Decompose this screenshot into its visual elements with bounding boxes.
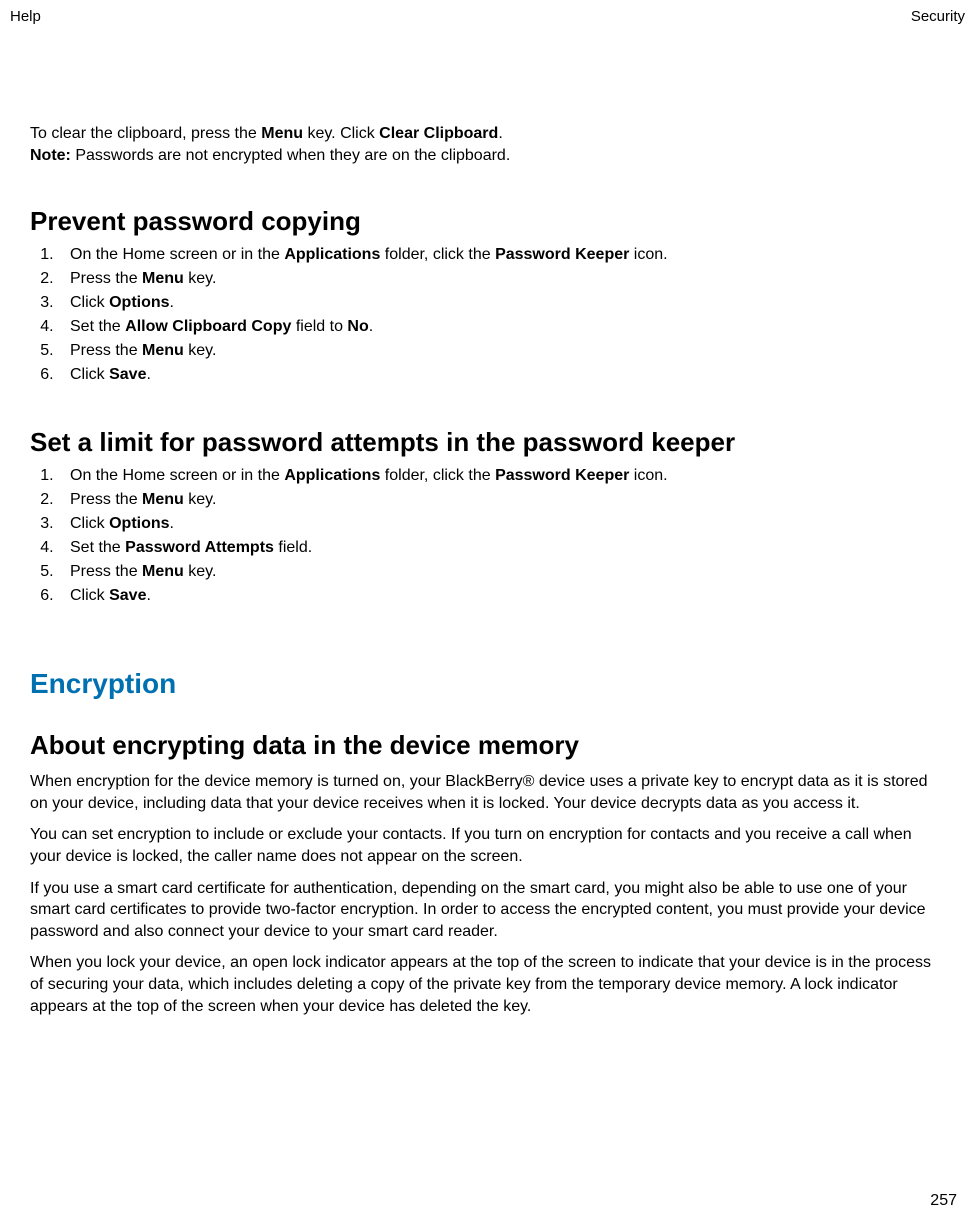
intro-note: Note: Passwords are not encrypted when t…	[30, 145, 945, 167]
step: Click Options.	[58, 291, 945, 315]
bold-text: Password Attempts	[125, 539, 274, 556]
text: Click	[70, 294, 109, 311]
header-left: Help	[10, 8, 41, 25]
page-header: Help Security	[0, 0, 975, 25]
step: On the Home screen or in the Application…	[58, 464, 945, 488]
bold-text: Menu	[261, 125, 303, 142]
heading-set-limit-password-attempts: Set a limit for password attempts in the…	[30, 427, 945, 458]
bold-text: Allow Clipboard Copy	[125, 318, 291, 335]
step: Press the Menu key.	[58, 560, 945, 584]
text: To clear the clipboard, press the	[30, 125, 261, 142]
paragraph: When encryption for the device memory is…	[30, 771, 945, 814]
text: Press the	[70, 270, 142, 287]
bold-text: Options	[109, 294, 169, 311]
text: field.	[274, 539, 312, 556]
heading-about-encrypting: About encrypting data in the device memo…	[30, 730, 945, 761]
step: Press the Menu key.	[58, 339, 945, 363]
bold-text: Password Keeper	[495, 467, 629, 484]
text: .	[146, 587, 150, 604]
text: key. Click	[303, 125, 379, 142]
step: Click Save.	[58, 584, 945, 608]
steps-prevent-password-copying: On the Home screen or in the Application…	[30, 243, 945, 387]
text: .	[146, 366, 150, 383]
text: Press the	[70, 342, 142, 359]
text: Set the	[70, 539, 125, 556]
step: Press the Menu key.	[58, 488, 945, 512]
text: .	[369, 318, 373, 335]
paragraph: If you use a smart card certificate for …	[30, 878, 945, 943]
bold-text: Menu	[142, 563, 184, 580]
step: On the Home screen or in the Application…	[58, 243, 945, 267]
text: icon.	[629, 467, 667, 484]
paragraph: You can set encryption to include or exc…	[30, 824, 945, 867]
text: Press the	[70, 563, 142, 580]
text: Set the	[70, 318, 125, 335]
heading-prevent-password-copying: Prevent password copying	[30, 206, 945, 237]
bold-text: Save	[109, 587, 146, 604]
text: field to	[291, 318, 347, 335]
bold-text: Clear Clipboard	[379, 125, 498, 142]
bold-text: Save	[109, 366, 146, 383]
page-content: To clear the clipboard, press the Menu k…	[0, 123, 975, 1017]
bold-text: Password Keeper	[495, 246, 629, 263]
bold-text: Applications	[284, 246, 380, 263]
text: Press the	[70, 491, 142, 508]
text: .	[170, 294, 174, 311]
text: .	[498, 125, 502, 142]
bold-text: No	[347, 318, 368, 335]
paragraph: When you lock your device, an open lock …	[30, 952, 945, 1017]
page-number: 257	[930, 1192, 957, 1210]
text: folder, click the	[380, 246, 495, 263]
text: key.	[184, 270, 217, 287]
text: key.	[184, 491, 217, 508]
intro-line1: To clear the clipboard, press the Menu k…	[30, 123, 945, 145]
step: Set the Password Attempts field.	[58, 536, 945, 560]
text: icon.	[629, 246, 667, 263]
step: Press the Menu key.	[58, 267, 945, 291]
text: Click	[70, 515, 109, 532]
text: Click	[70, 366, 109, 383]
note-label: Note:	[30, 147, 71, 164]
step: Set the Allow Clipboard Copy field to No…	[58, 315, 945, 339]
step: Click Save.	[58, 363, 945, 387]
text: key.	[184, 342, 217, 359]
text: On the Home screen or in the	[70, 467, 284, 484]
text: On the Home screen or in the	[70, 246, 284, 263]
bold-text: Options	[109, 515, 169, 532]
steps-set-limit-password-attempts: On the Home screen or in the Application…	[30, 464, 945, 608]
note-text: Passwords are not encrypted when they ar…	[71, 147, 510, 164]
text: Click	[70, 587, 109, 604]
step: Click Options.	[58, 512, 945, 536]
heading-encryption: Encryption	[30, 668, 945, 700]
bold-text: Menu	[142, 270, 184, 287]
header-right: Security	[911, 8, 965, 25]
text: folder, click the	[380, 467, 495, 484]
bold-text: Applications	[284, 467, 380, 484]
bold-text: Menu	[142, 491, 184, 508]
text: .	[170, 515, 174, 532]
intro-block: To clear the clipboard, press the Menu k…	[30, 123, 945, 166]
text: key.	[184, 563, 217, 580]
bold-text: Menu	[142, 342, 184, 359]
